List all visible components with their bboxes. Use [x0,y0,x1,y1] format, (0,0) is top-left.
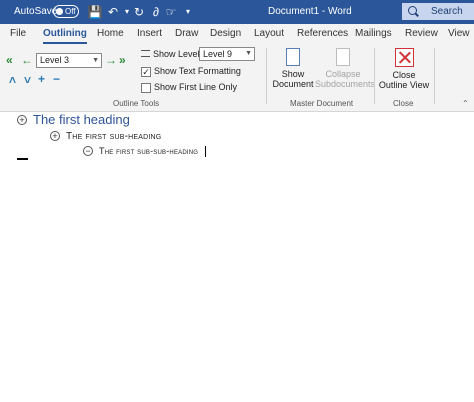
show-first-line-only-label: Show First Line Only [154,82,238,92]
collapse-heading-icon[interactable]: − [83,146,93,156]
tab-mailings[interactable]: Mailings [355,28,392,39]
show-document-button[interactable]: Show Document [272,48,314,89]
tab-draw[interactable]: Draw [175,28,198,39]
tab-layout[interactable]: Layout [254,28,284,39]
search-box[interactable]: Search [402,3,474,20]
tab-review[interactable]: Review [405,28,438,39]
chevron-down-icon: ▼ [245,50,252,57]
group-divider [374,48,375,104]
document-title: Document1 - Word [268,6,352,17]
customize-qat-icon[interactable]: ▾ [180,4,196,20]
tab-design[interactable]: Design [210,28,241,39]
save-icon[interactable]: 💾 [87,4,103,20]
expand-heading-icon[interactable]: + [50,131,60,141]
search-icon [408,6,417,15]
text-cursor [205,146,206,157]
redo-icon[interactable]: ↻ [131,4,147,20]
expand-icon[interactable]: + [38,73,45,85]
tab-home[interactable]: Home [97,28,124,39]
close-icon [394,48,414,67]
outline-tools-group-label: Outline Tools [113,99,160,108]
autosave-state: Off [65,7,76,16]
collapse-subdocuments-button[interactable]: Collapse Subdocuments [315,48,375,89]
autosave-label: AutoSave [14,6,58,17]
heading-level-2[interactable]: The first sub-heading [66,131,161,142]
search-label: Search [431,6,463,17]
close-group-label: Close [393,99,414,108]
expand-heading-icon[interactable]: + [17,115,27,125]
outline-level-value: Level 3 [40,55,70,65]
body-text-marker [17,158,28,160]
ribbon: « ← Level 3 ▼ → » ˄ ˅ + − Show Level: Le… [0,44,474,112]
move-up-icon[interactable]: ˄ [9,74,16,86]
show-level-icon [141,50,150,57]
show-level-label: Show Level: [141,49,202,59]
close-outline-view-button[interactable]: Close Outline View [378,48,430,90]
show-document-icon [286,48,300,66]
collapse-ribbon-icon[interactable]: ⌃ [462,99,469,108]
title-bar: AutoSave Off 💾 ↶ ▾ ↻ ∂ ☞ ▾ Document1 - W… [0,0,474,24]
demote-to-body-text-icon[interactable]: » [119,54,126,66]
spell-check-icon[interactable]: ∂ [148,4,164,20]
show-first-line-only-checkbox[interactable] [141,83,151,93]
show-level-value: Level 9 [203,49,233,59]
touch-mode-icon[interactable]: ☞ [163,4,179,20]
promote-icon[interactable]: ← [21,54,33,66]
show-text-formatting-checkbox[interactable]: ✓ [141,67,151,77]
show-text-formatting-label: Show Text Formatting [154,66,241,76]
move-down-icon[interactable]: ˅ [24,74,31,86]
collapse-icon[interactable]: − [53,73,60,85]
autosave-toggle[interactable]: Off [53,5,79,18]
demote-icon[interactable]: → [105,54,117,66]
group-divider [266,48,267,104]
tab-view[interactable]: View [448,28,470,39]
heading-level-1[interactable]: The first heading [33,112,130,127]
tab-references[interactable]: References [297,28,348,39]
tab-file[interactable]: File [10,28,26,39]
show-level-select[interactable]: Level 9 ▼ [199,47,255,61]
tab-outlining[interactable]: Outlining [43,28,87,44]
heading-level-3[interactable]: The first sub-sub-heading [99,146,198,156]
collapse-subdocuments-icon [336,48,350,66]
tab-insert[interactable]: Insert [137,28,162,39]
chevron-down-icon: ▼ [92,57,99,64]
group-divider [434,48,435,104]
ribbon-tabs: File Outlining Home Insert Draw Design L… [0,24,474,44]
document-area[interactable]: + The first heading + The first sub-head… [0,112,474,402]
toggle-knob [56,8,63,15]
master-document-group-label: Master Document [290,99,354,108]
promote-to-heading1-icon[interactable]: « [6,54,13,66]
outline-level-select[interactable]: Level 3 ▼ [36,53,102,68]
